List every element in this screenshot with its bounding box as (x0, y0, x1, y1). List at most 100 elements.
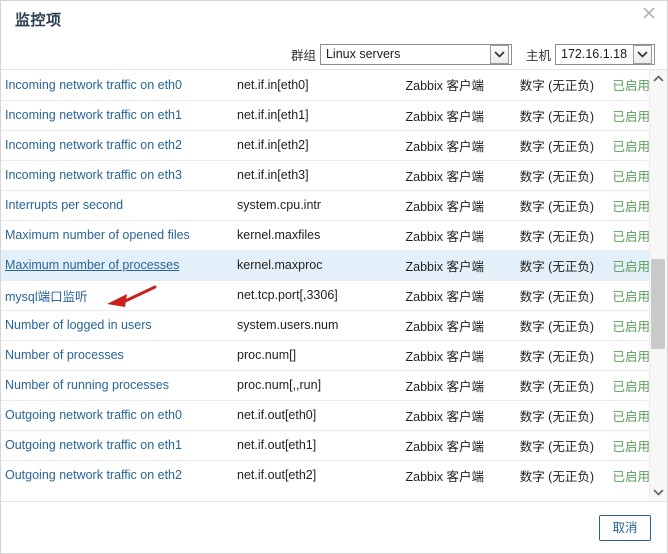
item-link[interactable]: Outgoing network traffic on eth1 (5, 438, 182, 452)
item-status-cell: 已启用 (598, 369, 649, 400)
table-row[interactable]: Interrupts per second system.cpu.intr Zabb… (1, 189, 649, 220)
item-type-cell: Zabbix 客户端 (388, 459, 488, 490)
host-select-value: 172.16.1.181 (561, 46, 627, 61)
item-status-cell-text: 已启用 (612, 469, 649, 484)
item-value-type-cell: 数字 (无正负) (488, 219, 598, 250)
group-select[interactable]: Linux servers (319, 43, 512, 65)
item-type-cell-text: Zabbix 客户端 (405, 199, 485, 214)
item-type-cell-text: Zabbix 客户端 (405, 289, 485, 304)
item-status-cell-text: 已启用 (612, 109, 649, 124)
dialog-titlebar: 监控项 (1, 1, 667, 39)
item-key-cell-text: net.if.out[eth0] (237, 408, 317, 422)
item-link[interactable]: Maximum number of opened files (5, 228, 190, 242)
item-link[interactable]: Number of running processes (5, 378, 169, 392)
item-value-type-cell-text: 数字 (无正负) (519, 349, 594, 364)
item-status-cell: 已启用 (598, 99, 649, 130)
item-link[interactable]: Maximum number of processes (5, 258, 179, 272)
scrollbar-thumb[interactable] (651, 259, 665, 349)
table-row[interactable]: Maximum number of processes kernel.maxpro… (1, 249, 649, 280)
item-status-cell: 已启用 (598, 429, 649, 460)
scroll-down-button[interactable] (650, 484, 667, 501)
item-type-cell-text: Zabbix 客户端 (405, 439, 485, 454)
item-value-type-cell-text: 数字 (无正负) (519, 139, 594, 154)
item-link[interactable]: Number of processes (5, 348, 124, 362)
item-link[interactable]: Number of logged in users (5, 318, 152, 332)
item-key-cell: proc.num[] (233, 339, 388, 370)
table-row[interactable]: Incoming network traffic on eth1 net.if.i… (1, 99, 649, 130)
item-key-cell: kernel.maxfiles (233, 219, 388, 250)
item-type-cell-text: Zabbix 客户端 (405, 349, 485, 364)
item-key-cell: net.if.in[eth3] (233, 159, 388, 190)
table-row[interactable]: Incoming network traffic on eth3 net.if.i… (1, 159, 649, 190)
item-type-cell: Zabbix 客户端 (388, 399, 488, 430)
item-type-cell-text: Zabbix 客户端 (405, 259, 485, 274)
item-link[interactable]: Incoming network traffic on eth1 (5, 108, 182, 122)
item-value-type-cell: 数字 (无正负) (488, 249, 598, 280)
page-title: 监控项 (15, 12, 62, 29)
chevron-down-icon (489, 44, 509, 64)
item-name-cell: Outgoing network traffic on eth0 (1, 399, 233, 430)
item-value-type-cell-text: 数字 (无正负) (519, 469, 594, 484)
vertical-scrollbar[interactable] (649, 70, 667, 501)
item-link[interactable]: Incoming network traffic on eth3 (5, 168, 182, 182)
item-status-cell-text: 已启用 (612, 319, 649, 334)
item-link[interactable]: mysql端口监听 (5, 290, 88, 304)
table-row[interactable]: Number of logged in users system.users.nu… (1, 309, 649, 340)
item-link[interactable]: Incoming network traffic on eth2 (5, 138, 182, 152)
item-status-cell-text: 已启用 (612, 439, 649, 454)
item-type-cell: Zabbix 客户端 (388, 189, 488, 220)
item-status-cell: 已启用 (598, 249, 649, 280)
item-value-type-cell-text: 数字 (无正负) (519, 319, 594, 334)
item-value-type-cell-text: 数字 (无正负) (519, 379, 594, 394)
host-select[interactable]: 172.16.1.181 (555, 43, 655, 65)
item-key-cell-text: net.if.in[eth0] (237, 77, 309, 92)
item-value-type-cell-text: 数字 (无正负) (519, 229, 594, 244)
group-filter-label: 群组 (290, 48, 316, 63)
item-value-type-cell: 数字 (无正负) (488, 369, 598, 400)
table-row[interactable]: Outgoing network traffic on eth2 net.if.o… (1, 459, 649, 490)
table-row[interactable]: Maximum number of opened files kernel.max… (1, 219, 649, 250)
item-key-cell: net.if.out[eth1] (233, 429, 388, 460)
item-status-cell-text: 已启用 (612, 379, 649, 394)
close-icon[interactable] (639, 3, 659, 23)
item-type-cell: Zabbix 客户端 (388, 429, 488, 460)
item-name-cell: Incoming network traffic on eth2 (1, 129, 233, 160)
item-key-cell: net.tcp.port[,3306] (233, 279, 388, 310)
item-type-cell: Zabbix 客户端 (388, 219, 488, 250)
table-row[interactable]: Incoming network traffic on eth0 net.if.i… (1, 70, 649, 100)
items-table-scroll: Incoming network traffic on eth0 net.if.i… (1, 70, 649, 501)
item-name-cell: Maximum number of processes (1, 249, 233, 280)
table-row[interactable]: Incoming network traffic on eth2 net.if.i… (1, 129, 649, 160)
item-key-cell: proc.num[,,run] (233, 369, 388, 400)
table-row[interactable]: Outgoing network traffic on eth0 net.if.o… (1, 399, 649, 430)
table-row[interactable]: Outgoing network traffic on eth1 net.if.o… (1, 429, 649, 460)
item-key-cell-text: net.tcp.port[,3306] (237, 288, 338, 302)
item-type-cell-text: Zabbix 客户端 (405, 409, 485, 424)
item-key-cell-text: kernel.maxfiles (237, 228, 321, 242)
cancel-button[interactable]: 取消 (599, 514, 651, 541)
item-key-cell-text: system.cpu.intr (237, 198, 322, 212)
item-link[interactable]: Interrupts per second (5, 198, 123, 212)
table-row[interactable]: Number of running processes proc.num[,,ru… (1, 369, 649, 400)
item-value-type-cell-text: 数字 (无正负) (519, 199, 594, 214)
item-type-cell-text: Zabbix 客户端 (405, 379, 485, 394)
scrollbar-track[interactable] (650, 87, 667, 484)
item-link[interactable]: Incoming network traffic on eth0 (5, 78, 182, 92)
chevron-down-icon (633, 44, 652, 64)
item-link[interactable]: Outgoing network traffic on eth0 (5, 408, 182, 422)
item-link[interactable]: Outgoing network traffic on eth2 (5, 468, 182, 482)
item-status-cell: 已启用 (598, 309, 649, 340)
item-status-cell: 已启用 (598, 339, 649, 370)
item-value-type-cell: 数字 (无正负) (488, 129, 598, 160)
item-value-type-cell: 数字 (无正负) (488, 429, 598, 460)
scroll-up-button[interactable] (650, 70, 667, 87)
item-name-cell: Maximum number of opened files (1, 219, 233, 250)
item-status-cell: 已启用 (598, 279, 649, 310)
item-key-cell: net.if.in[eth2] (233, 129, 388, 160)
item-value-type-cell: 数字 (无正负) (488, 399, 598, 430)
item-status-cell: 已启用 (598, 189, 649, 220)
item-type-cell: Zabbix 客户端 (388, 339, 488, 370)
host-filter-label: 主机 (525, 48, 551, 63)
table-row[interactable]: Number of processes proc.num[] Zabbix 客户端 数… (1, 339, 649, 370)
table-row[interactable]: mysql端口监听 net.tcp.port[,3306] Zabbix 客户端 数字… (1, 279, 649, 310)
